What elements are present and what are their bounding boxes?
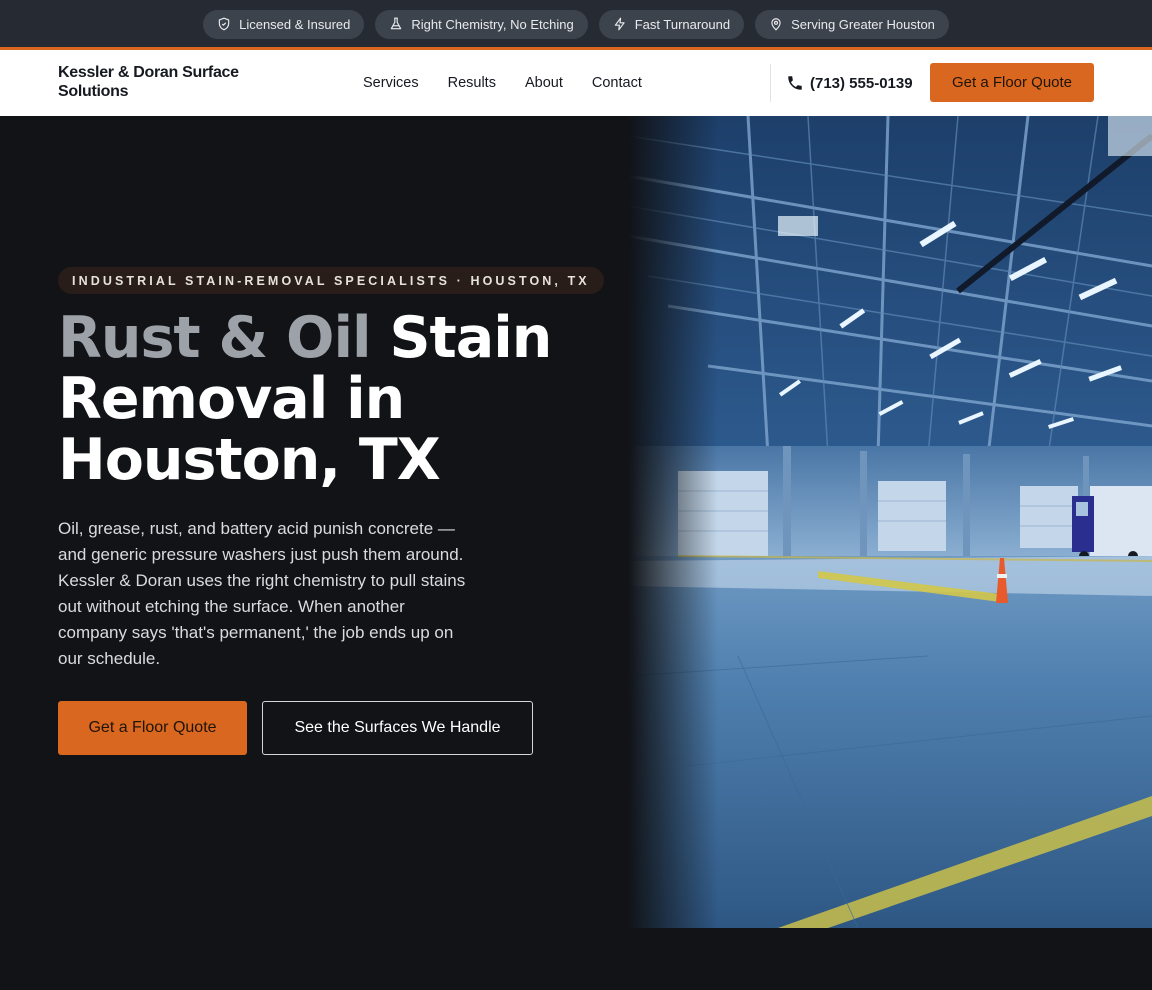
hero-surfaces-button[interactable]: See the Surfaces We Handle	[262, 701, 533, 755]
brand-logo[interactable]: Kessler & Doran Surface Solutions	[58, 63, 258, 101]
badge-label: Right Chemistry, No Etching	[411, 16, 574, 32]
headline-accent: Rust & Oil	[58, 305, 372, 371]
hero-quote-button[interactable]: Get a Floor Quote	[58, 701, 247, 755]
hero-section: INDUSTRIAL STAIN-REMOVAL SPECIALISTS · H…	[0, 116, 1152, 928]
nav-link-results[interactable]: Results	[448, 75, 496, 91]
phone-number: (713) 555-0139	[810, 74, 913, 92]
nav-link-about[interactable]: About	[525, 75, 563, 91]
nav-link-contact[interactable]: Contact	[592, 75, 642, 91]
main-nav: Kessler & Doran Surface Solutions Servic…	[0, 50, 1152, 116]
badge-label: Licensed & Insured	[239, 16, 351, 32]
nav-link-services[interactable]: Services	[363, 75, 419, 91]
phone-link[interactable]: (713) 555-0139	[786, 50, 913, 116]
nav-quote-button[interactable]: Get a Floor Quote	[930, 63, 1094, 102]
lightning-icon	[614, 17, 625, 31]
below-hero-area	[0, 928, 1152, 990]
badge-service-area: Serving Greater Houston	[755, 9, 949, 39]
hero-description: Oil, grease, rust, and battery acid puni…	[58, 519, 466, 668]
shield-icon	[218, 17, 230, 31]
hero-headline: Rust & Oil Stain Removal in Houston, TX	[58, 308, 598, 491]
badge-licensed: Licensed & Insured	[203, 9, 365, 39]
nav-divider	[770, 64, 771, 102]
flask-icon	[391, 17, 402, 30]
hero-kicker: INDUSTRIAL STAIN-REMOVAL SPECIALISTS · H…	[58, 267, 604, 294]
map-pin-icon	[771, 18, 781, 31]
badge-label: Serving Greater Houston	[791, 16, 935, 32]
phone-icon	[788, 76, 802, 90]
hero-image-fade	[628, 116, 718, 928]
badge-chemistry: Right Chemistry, No Etching	[375, 9, 588, 39]
badge-label: Fast Turnaround	[634, 16, 731, 32]
nav-menu: Services Results About Contact	[363, 50, 642, 116]
badge-turnaround: Fast Turnaround	[598, 9, 745, 39]
trust-bar: Licensed & Insured Right Chemistry, No E…	[0, 0, 1152, 48]
